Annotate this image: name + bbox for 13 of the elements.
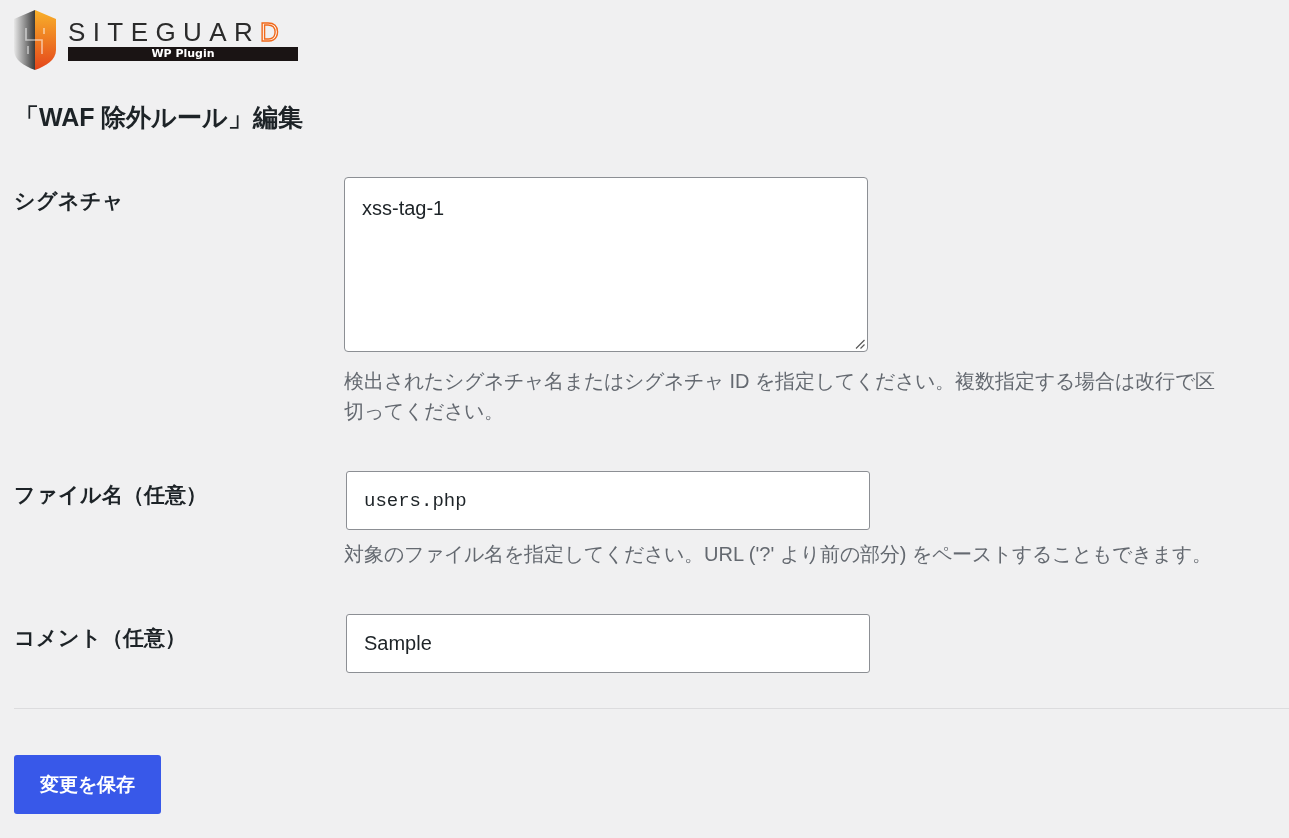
page-title: 「WAF 除外ルール」編集: [14, 102, 304, 132]
logo-tagline: WP Plugin: [68, 46, 298, 61]
field-label: シグネチャ: [14, 188, 125, 214]
resize-grip-icon[interactable]: [855, 339, 865, 349]
shield-icon: [14, 10, 56, 70]
text-field[interactable]: users.php: [346, 471, 870, 530]
help-text: 検出されたシグネチャ名またはシグネチャ ID を指定してください。複数指定する場合は改行で区切ってください。: [344, 369, 1217, 424]
textarea-field[interactable]: xss-tag-1: [344, 177, 868, 352]
help-text: 対象のファイル名を指定してください。URL ('?' より前の部分) をペーストすることもできます。: [344, 542, 1213, 567]
text-field[interactable]: Sample: [346, 614, 870, 673]
field-label: コメント（任意）: [14, 625, 187, 651]
field-label: ファイル名（任意）: [14, 482, 208, 508]
save-button[interactable]: 変更を保存: [14, 755, 161, 814]
